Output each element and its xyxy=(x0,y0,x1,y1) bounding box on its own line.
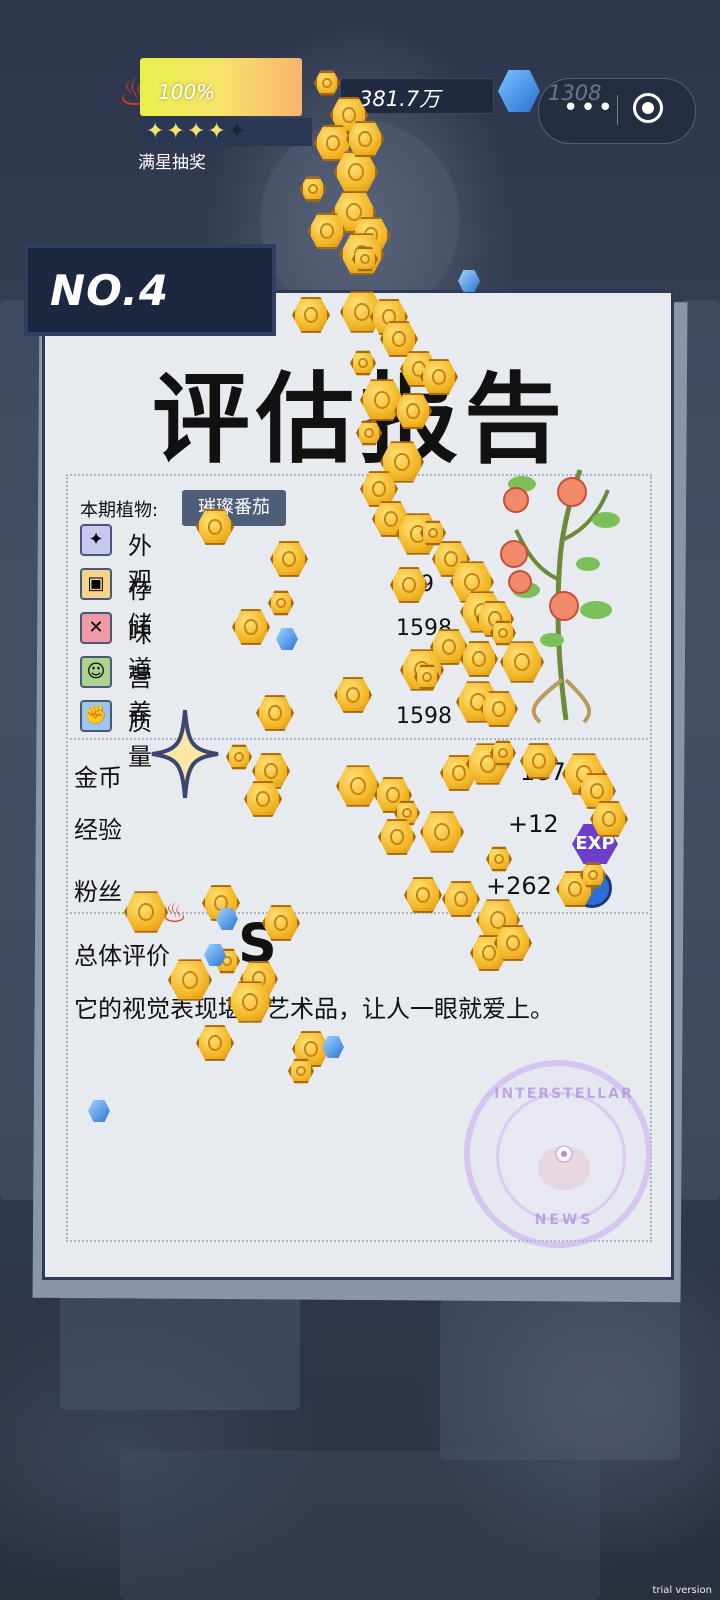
full-star-lottery-button[interactable]: 满星抽奖 xyxy=(138,148,206,173)
reward-label-fans: 粉丝 xyxy=(74,878,122,906)
fork-knife-icon: ✕ xyxy=(80,612,112,644)
star-rating: ✦ ✦ ✦ ✦ ✦ xyxy=(140,118,312,146)
mini-program-capsule: ••• xyxy=(538,78,696,144)
star-empty-icon: ✦ xyxy=(227,119,247,144)
reward-value-fans: +262 xyxy=(486,872,552,900)
more-dots-icon[interactable]: ••• xyxy=(563,93,615,123)
tomato-plant-illustration xyxy=(500,469,620,724)
star-icon: ✦ xyxy=(166,119,185,144)
reward-value-exp: +12 xyxy=(508,810,559,838)
sparkle-icon: ✦ xyxy=(80,524,112,556)
star-icon: ✦ xyxy=(207,119,226,144)
interstellar-news-stamp: INTERSTELLAR NEWS xyxy=(464,1060,652,1248)
report-number: NO.4 xyxy=(50,266,170,315)
star-icon: ✦ xyxy=(146,119,165,144)
sparkle-icon xyxy=(151,709,219,799)
report-number-badge: NO.4 xyxy=(24,244,276,336)
coin-balance-value: 381.7万 xyxy=(359,87,441,111)
box-icon: ▣ xyxy=(80,568,112,600)
capsule-divider xyxy=(617,95,618,125)
heat-percent: 100% xyxy=(158,80,216,104)
attribute-value: 1598 xyxy=(396,704,452,729)
star-icon: ✦ xyxy=(186,119,206,144)
reward-label-exp: 经验 xyxy=(74,816,122,844)
rating-comment: 它的视觉表现堪称艺术品，让人一眼就爱上。 xyxy=(74,995,554,1023)
plant-label: 本期植物: xyxy=(80,500,159,521)
attribute-label: 质量 xyxy=(128,708,152,771)
muscle-icon: ✊ xyxy=(80,700,112,732)
target-close-icon[interactable] xyxy=(633,93,663,123)
heat-meter: ♨ 100% ✦ ✦ ✦ ✦ ✦ xyxy=(118,58,312,148)
frog-icon: ☺ xyxy=(80,656,112,688)
overall-rating-label: 总体评价 xyxy=(74,942,170,970)
trial-watermark: trial version xyxy=(652,1585,712,1596)
plant-name-badge: 璀璨番茄 xyxy=(182,490,286,526)
reward-label-coins: 金币 xyxy=(74,764,122,792)
